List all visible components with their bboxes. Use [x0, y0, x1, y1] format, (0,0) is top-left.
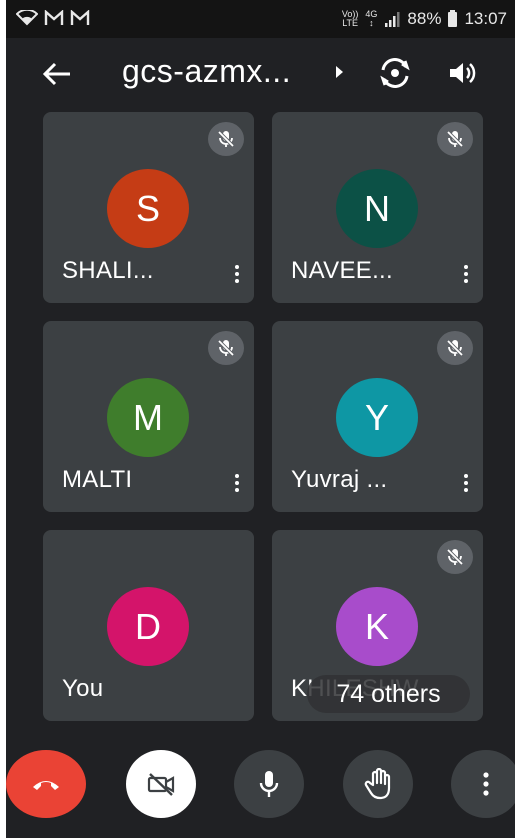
- speaker-icon: [450, 63, 476, 83]
- mic-off-icon: [437, 122, 473, 156]
- more-vert-icon: [483, 772, 489, 796]
- back-button[interactable]: [40, 58, 74, 90]
- switch-camera-icon: [380, 58, 410, 88]
- avatar: D: [107, 587, 189, 666]
- mic-off-icon: [208, 122, 244, 156]
- wifi-icon: [16, 10, 38, 26]
- audio-output-button[interactable]: [446, 57, 480, 89]
- clock: 13:07: [464, 9, 507, 28]
- battery-icon: [448, 9, 458, 27]
- participant-name: Yuvraj ...: [291, 466, 388, 493]
- participant-tile[interactable]: S SHALI...: [43, 112, 254, 303]
- participant-name: NAVEE...: [291, 257, 393, 284]
- signal-icon: [385, 12, 400, 27]
- avatar: N: [336, 169, 418, 248]
- meet-call-screen: Vo)) LTE 4G ↕ 88% 13:07 gcs-azmx... S SH…: [6, 0, 515, 838]
- more-vert-icon[interactable]: [232, 262, 242, 290]
- avatar: K: [336, 587, 418, 666]
- chevron-right-icon[interactable]: [336, 66, 343, 78]
- participant-tile[interactable]: N NAVEE...: [272, 112, 483, 303]
- microphone-button[interactable]: [234, 750, 304, 818]
- avatar: M: [107, 378, 189, 457]
- arrow-back-icon: [42, 62, 70, 86]
- participant-tile[interactable]: K KHILESHW 74 others: [272, 530, 483, 721]
- hand-icon: [364, 768, 391, 800]
- avatar: S: [107, 169, 189, 248]
- more-vert-icon[interactable]: [232, 471, 242, 499]
- status-indicators: Vo)) LTE 4G ↕ 88% 13:07: [342, 9, 507, 29]
- gmail-icon: [70, 10, 90, 25]
- mic-icon: [259, 771, 279, 797]
- network-type: 4G ↕: [365, 9, 378, 28]
- call-end-icon: [33, 781, 59, 790]
- more-options-button[interactable]: [451, 750, 515, 818]
- participant-tile[interactable]: Y Yuvraj ...: [272, 321, 483, 512]
- top-bar: gcs-azmx...: [6, 42, 515, 106]
- mic-off-icon: [208, 331, 244, 365]
- camera-toggle-button[interactable]: [126, 750, 196, 818]
- meeting-title[interactable]: gcs-azmx...: [122, 53, 291, 90]
- self-tile[interactable]: D You: [43, 530, 254, 721]
- status-bar: Vo)) LTE 4G ↕ 88% 13:07: [6, 0, 515, 38]
- end-call-button[interactable]: [6, 750, 86, 818]
- gmail-icon: [44, 10, 64, 25]
- videocam-off-icon: [147, 773, 175, 796]
- avatar: Y: [336, 378, 418, 457]
- more-vert-icon[interactable]: [461, 262, 471, 290]
- notification-icons: [16, 10, 90, 26]
- participant-name: MALTI: [62, 466, 133, 493]
- participant-name: You: [62, 675, 104, 702]
- more-vert-icon[interactable]: [461, 471, 471, 499]
- volte-indicator: Vo)) LTE: [341, 9, 359, 28]
- mic-off-icon: [437, 540, 473, 574]
- raise-hand-button[interactable]: [343, 750, 413, 818]
- others-count-pill[interactable]: 74 others: [307, 675, 470, 713]
- participant-tile[interactable]: M MALTI: [43, 321, 254, 512]
- switch-camera-button[interactable]: [378, 56, 412, 90]
- participant-name: SHALI...: [62, 257, 154, 284]
- battery-percent: 88%: [407, 9, 442, 28]
- mic-off-icon: [437, 331, 473, 365]
